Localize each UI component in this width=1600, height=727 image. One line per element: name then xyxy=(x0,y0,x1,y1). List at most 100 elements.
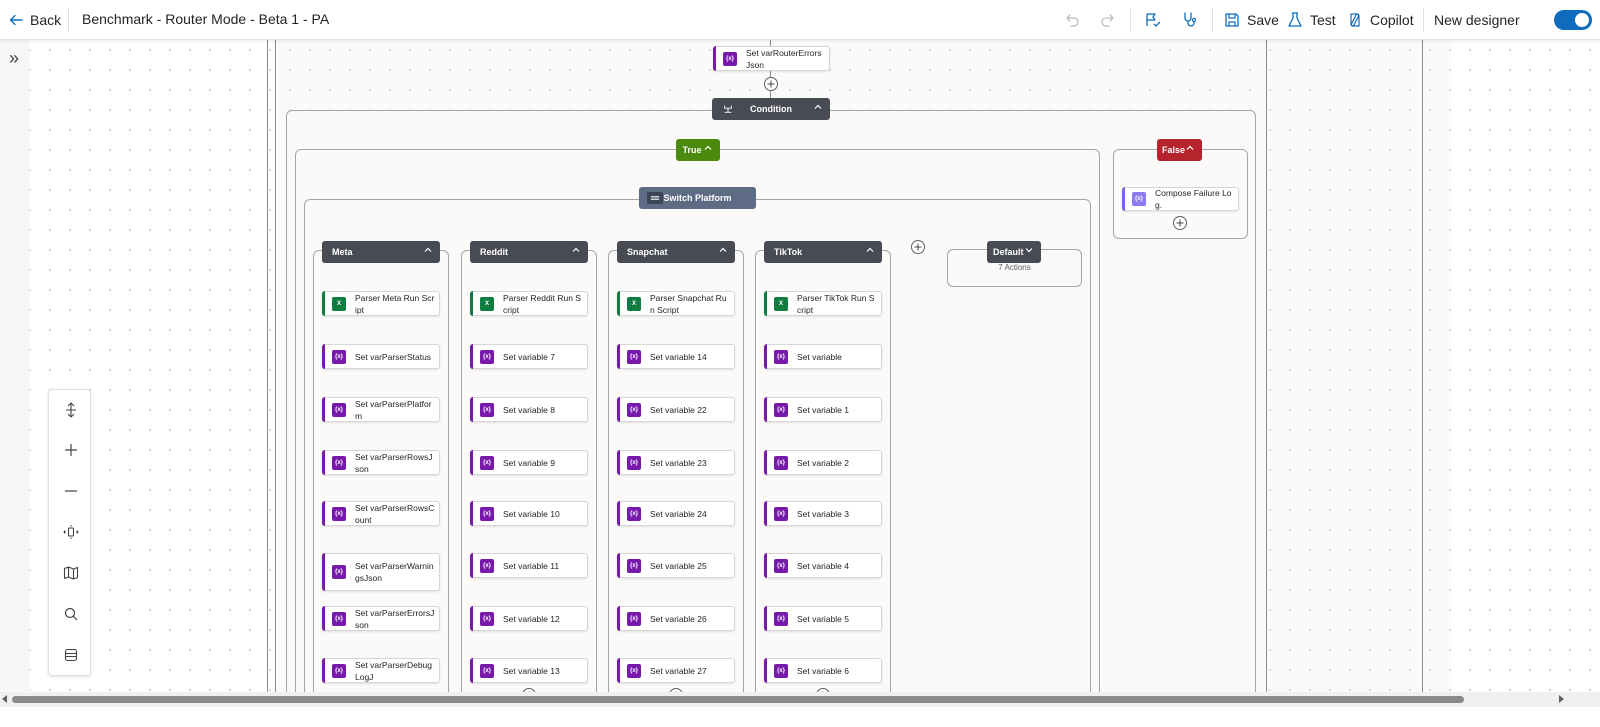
action-label: Set variable 12 xyxy=(503,613,560,624)
action-card[interactable]: {x} Set variable 6 xyxy=(764,658,882,683)
redo-button[interactable] xyxy=(1098,10,1118,30)
action-card[interactable]: {x} Set varParserWarningsJson xyxy=(322,553,440,591)
fit-view-button[interactable] xyxy=(49,512,92,552)
action-card[interactable]: {x} Set varParserRowsCount xyxy=(322,501,440,526)
action-card-top[interactable]: {x} Set varRouterErrorsJson xyxy=(713,46,830,71)
health-button[interactable] xyxy=(1180,10,1200,30)
action-card[interactable]: {x} Set variable 9 xyxy=(470,450,588,475)
excel-icon: X xyxy=(480,296,494,311)
false-branch-header[interactable]: False xyxy=(1157,139,1202,161)
action-card[interactable]: {x} Set varParserStatus xyxy=(322,344,440,369)
action-card[interactable]: {x} Set varParserErrorsJson xyxy=(322,606,440,631)
case-header-1[interactable]: Reddit xyxy=(470,241,588,263)
action-card[interactable]: {x} Set variable 26 xyxy=(617,606,735,631)
action-card[interactable]: {x} Set variable 8 xyxy=(470,397,588,422)
new-designer-toggle[interactable] xyxy=(1554,10,1592,30)
action-label: Set variable xyxy=(797,351,842,362)
expand-panel-button[interactable]: » xyxy=(3,47,25,69)
copilot-button[interactable]: Copilot xyxy=(1346,10,1414,30)
scroll-right-arrow[interactable] xyxy=(1559,695,1564,703)
variable-icon: {x} xyxy=(774,506,788,521)
variable-icon: {x} xyxy=(627,558,641,573)
action-card[interactable]: {x} Set variable 4 xyxy=(764,553,882,578)
action-label: Parser Snapchat Run Script xyxy=(650,292,727,315)
zoom-out-button[interactable] xyxy=(49,471,92,511)
switch-icon xyxy=(647,192,663,204)
outer-scope-border-right xyxy=(1266,40,1267,692)
action-card[interactable]: {x} Set variable 25 xyxy=(617,553,735,578)
action-card[interactable]: {x} Set variable 7 xyxy=(470,344,588,369)
action-card[interactable]: {x} Set variable 11 xyxy=(470,553,588,578)
test-button[interactable]: Test xyxy=(1286,10,1336,30)
toggle-knob xyxy=(1575,13,1589,27)
card-accent xyxy=(470,501,473,526)
action-label: Set variable 2 xyxy=(797,457,849,468)
insert-step-button[interactable] xyxy=(1173,216,1187,230)
scroll-left-arrow[interactable] xyxy=(2,695,7,703)
card-accent xyxy=(470,606,473,631)
horizontal-scrollbar[interactable] xyxy=(0,692,1600,707)
card-accent xyxy=(470,658,473,683)
action-label: Set variable 27 xyxy=(650,665,707,676)
action-card[interactable]: X Parser TikTok Run Script xyxy=(764,291,882,316)
action-label: Set variable 7 xyxy=(503,351,555,362)
action-card[interactable]: {x} Set variable 23 xyxy=(617,450,735,475)
plus-icon xyxy=(1176,219,1184,227)
add-case-button[interactable] xyxy=(911,240,925,254)
case-header-0[interactable]: Meta xyxy=(322,241,440,263)
true-branch-header[interactable]: True xyxy=(676,139,720,161)
action-card[interactable]: {x} Set variable 14 xyxy=(617,344,735,369)
action-card[interactable]: {x} Set variable 27 xyxy=(617,658,735,683)
collapse-all-button[interactable] xyxy=(49,635,92,675)
action-card[interactable]: {x} Set variable 12 xyxy=(470,606,588,631)
default-case-header[interactable]: Default xyxy=(987,241,1041,263)
action-card[interactable]: {x} Set variable 24 xyxy=(617,501,735,526)
compose-action-card[interactable]: {x} Compose Failure Log. xyxy=(1122,187,1239,211)
card-accent xyxy=(470,291,473,316)
case-scope-1 xyxy=(461,250,597,710)
fit-height-button[interactable] xyxy=(49,390,92,430)
action-card[interactable]: {x} Set variable 13 xyxy=(470,658,588,683)
false-label: False xyxy=(1162,145,1186,155)
action-card[interactable]: {x} Set variable 3 xyxy=(764,501,882,526)
action-card[interactable]: {x} Set varParserRowsJson xyxy=(322,450,440,475)
card-accent xyxy=(322,291,325,316)
condition-header[interactable]: Condition xyxy=(712,98,830,120)
chevron-up-icon xyxy=(702,142,714,154)
double-chevron-right-icon: » xyxy=(8,47,19,68)
action-card[interactable]: {x} Set varParserPlatform xyxy=(322,397,440,422)
action-card[interactable]: X Parser Reddit Run Script xyxy=(470,291,588,316)
variable-icon: {x} xyxy=(332,611,346,626)
case-header-2[interactable]: Snapchat xyxy=(617,241,735,263)
action-card[interactable]: {x} Set variable 1 xyxy=(764,397,882,422)
action-card[interactable]: {x} Set variable 5 xyxy=(764,606,882,631)
minimap-button[interactable] xyxy=(49,553,92,593)
card-accent xyxy=(617,658,620,683)
action-card[interactable]: X Parser Snapchat Run Script xyxy=(617,291,735,316)
scrollbar-thumb[interactable] xyxy=(12,696,1464,703)
action-card[interactable]: {x} Set variable 2 xyxy=(764,450,882,475)
back-button[interactable]: Back xyxy=(8,8,61,32)
card-accent xyxy=(764,606,767,631)
undo-button[interactable] xyxy=(1062,10,1082,30)
action-card[interactable]: {x} Set variable xyxy=(764,344,882,369)
switch-header[interactable]: Switch Platform xyxy=(639,187,756,209)
zoom-in-button[interactable] xyxy=(49,430,92,470)
action-label: Set varParserRowsCount xyxy=(355,502,435,525)
search-button[interactable] xyxy=(49,594,92,634)
variable-icon: {x} xyxy=(774,455,788,470)
card-accent xyxy=(322,397,325,422)
action-label: Set variable 24 xyxy=(650,508,707,519)
flow-checker-button[interactable] xyxy=(1143,10,1163,30)
action-card[interactable]: {x} Set variable 22 xyxy=(617,397,735,422)
save-button[interactable]: Save xyxy=(1223,10,1279,30)
excel-icon: X xyxy=(627,296,641,311)
true-label: True xyxy=(682,145,702,155)
action-card[interactable]: {x} Set variable 10 xyxy=(470,501,588,526)
insert-step-button[interactable] xyxy=(764,77,778,91)
case-header-3[interactable]: TikTok xyxy=(764,241,882,263)
minus-icon xyxy=(64,490,77,492)
action-card[interactable]: {x} Set varParserDebugLogJ xyxy=(322,658,440,683)
action-card[interactable]: X Parser Meta Run Script xyxy=(322,291,440,316)
action-label: Set varParserPlatform xyxy=(355,398,432,421)
